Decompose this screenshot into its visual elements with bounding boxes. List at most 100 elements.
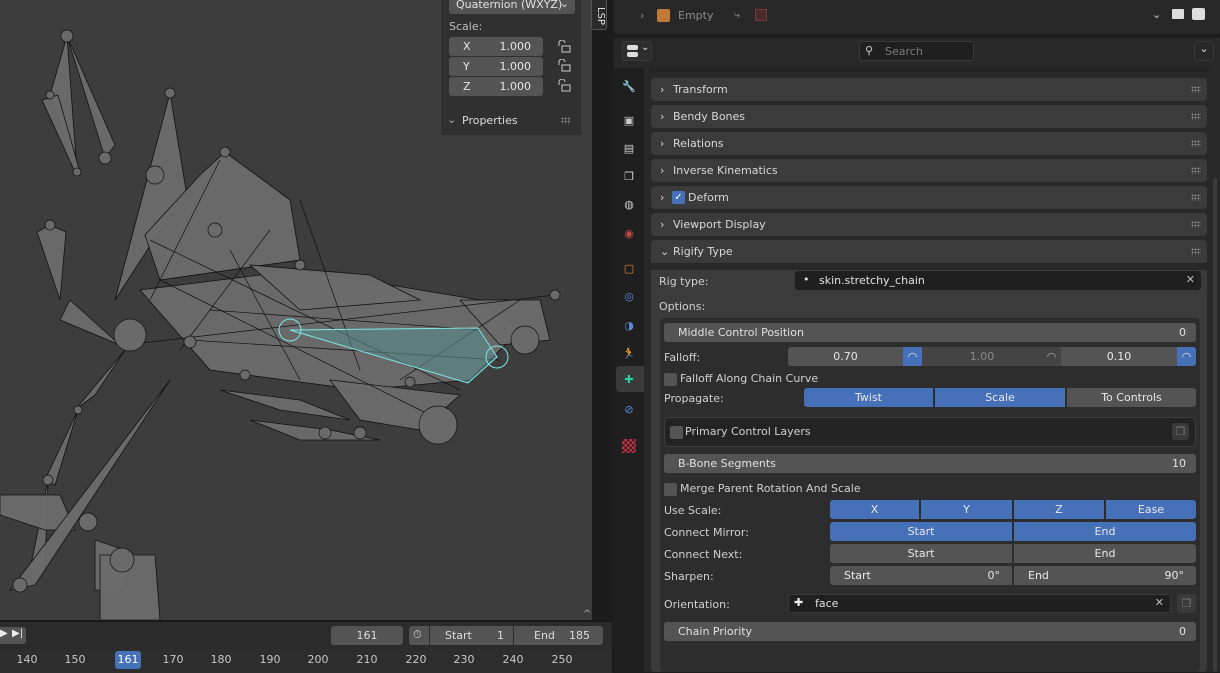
output-icon[interactable]: ▤ bbox=[619, 138, 639, 158]
chevron-right-icon[interactable]: › bbox=[640, 9, 644, 22]
camera-icon[interactable] bbox=[1192, 8, 1205, 20]
tick-label: 220 bbox=[405, 653, 427, 666]
play-icon[interactable]: ▶ bbox=[0, 628, 8, 639]
modifier-icon[interactable]: ◎ bbox=[619, 286, 639, 306]
panel-transform[interactable]: › Transform bbox=[651, 78, 1207, 101]
unlock-icon[interactable] bbox=[557, 79, 571, 93]
3d-viewport[interactable]: Quaternion (WXYZ) ⌄ Scale: X 1.000 Y 1.000… bbox=[0, 0, 592, 620]
world-icon[interactable]: ◉ bbox=[619, 223, 639, 243]
axis-label: Z bbox=[463, 80, 471, 93]
clear-icon[interactable]: ✕ bbox=[1186, 273, 1195, 286]
orientation-field[interactable]: ✚ face ✕ bbox=[788, 594, 1171, 613]
drag-grip-icon[interactable] bbox=[1191, 221, 1201, 228]
deform-checkbox[interactable]: ✓ bbox=[672, 191, 685, 204]
bone-icon[interactable]: ✚ bbox=[619, 369, 639, 389]
chevron-down-icon: ⌄ bbox=[447, 113, 457, 126]
panel-inverse-kinematics[interactable]: › Inverse Kinematics bbox=[651, 159, 1207, 182]
rotation-mode-dropdown[interactable]: Quaternion (WXYZ) ⌄ bbox=[449, 0, 575, 14]
drag-grip-icon[interactable] bbox=[561, 117, 571, 124]
bone-constraint-icon[interactable]: ⊘ bbox=[619, 399, 639, 419]
chain-priority-field[interactable]: Chain Priority 0 bbox=[664, 622, 1196, 641]
drag-grip-icon[interactable] bbox=[1191, 167, 1201, 174]
copy-icon[interactable]: ❐ bbox=[1172, 423, 1189, 440]
connect-next-end-toggle[interactable]: End bbox=[1014, 544, 1196, 563]
playhead[interactable]: 161 bbox=[115, 651, 141, 669]
scale-x-field[interactable]: X 1.000 bbox=[449, 37, 543, 56]
orientation-label: Orientation: bbox=[664, 598, 730, 611]
scale-z-field[interactable]: Z 1.000 bbox=[449, 77, 543, 96]
primary-control-layers-checkbox[interactable] bbox=[670, 426, 683, 439]
properties-scrollbar[interactable] bbox=[1213, 178, 1217, 672]
connect-next-toggles: Start End bbox=[830, 544, 1196, 563]
copy-icon[interactable]: ❐ bbox=[1177, 594, 1196, 613]
view-layer-icon[interactable]: ❐ bbox=[619, 166, 639, 186]
connect-mirror-end-toggle[interactable]: End bbox=[1014, 522, 1196, 541]
propagate-scale-toggle[interactable]: Scale bbox=[935, 388, 1066, 407]
panel-viewport-display[interactable]: › Viewport Display bbox=[651, 213, 1207, 236]
panel-bendy-bones[interactable]: › Bendy Bones bbox=[651, 105, 1207, 128]
chevron-right-icon: › bbox=[660, 191, 665, 204]
curve-toggle-icon[interactable]: ◠ bbox=[903, 347, 922, 366]
sharpen-end-field[interactable]: End 90° bbox=[1014, 566, 1196, 585]
frame-ruler[interactable]: 140 150 161 170 180 190 200 210 220 230 … bbox=[0, 649, 612, 673]
outliner-item-label[interactable]: Empty bbox=[678, 9, 713, 22]
panel-relations[interactable]: › Relations bbox=[651, 132, 1207, 155]
jump-end-icon[interactable]: ▶| bbox=[12, 628, 23, 639]
curve-toggle-icon[interactable]: ◠ bbox=[1042, 347, 1061, 366]
selectable-icon[interactable]: ⌄ bbox=[1152, 8, 1161, 21]
editor-type-button[interactable]: ⌄ bbox=[622, 41, 652, 61]
armature-data-icon[interactable]: 🏃 bbox=[619, 343, 639, 363]
chevron-up-icon[interactable]: ^ bbox=[583, 609, 591, 620]
falloff-x-field[interactable]: 0.70 bbox=[788, 347, 903, 366]
viewport-region-divider bbox=[592, 0, 612, 620]
unlock-icon[interactable] bbox=[557, 59, 571, 73]
use-scale-z-toggle[interactable]: Z bbox=[1014, 500, 1105, 519]
search-input[interactable]: ⚲ Search bbox=[859, 41, 974, 61]
clear-icon[interactable]: ✕ bbox=[1155, 596, 1164, 609]
use-scale-x-toggle[interactable]: X bbox=[830, 500, 920, 519]
stopwatch-icon[interactable]: ⏱ bbox=[413, 628, 422, 642]
end-frame-value[interactable]: 185 bbox=[569, 629, 590, 642]
connect-next-start-toggle[interactable]: Start bbox=[830, 544, 1013, 563]
drag-grip-icon[interactable] bbox=[1191, 248, 1201, 255]
sharpen-label: Sharpen: bbox=[664, 570, 714, 583]
tool-icon[interactable]: 🔧 bbox=[619, 76, 639, 96]
monitor-icon[interactable] bbox=[1172, 9, 1184, 19]
propagate-to-controls-toggle[interactable]: To Controls bbox=[1067, 388, 1196, 407]
properties-subpanel-header[interactable]: ⌄ Properties bbox=[441, 110, 581, 132]
curve-toggle-icon[interactable]: ◠ bbox=[1177, 347, 1196, 366]
merge-parent-checkbox[interactable] bbox=[664, 483, 677, 496]
use-scale-ease-toggle[interactable]: Ease bbox=[1106, 500, 1196, 519]
falloff-z-field[interactable]: 0.10 bbox=[1061, 347, 1177, 366]
options-dropdown[interactable]: ⌄ bbox=[1194, 41, 1214, 61]
connect-mirror-start-toggle[interactable]: Start bbox=[830, 522, 1013, 541]
panel-deform[interactable]: › ✓ Deform bbox=[651, 186, 1207, 209]
falloff-y-field[interactable]: 1.00 bbox=[922, 347, 1042, 366]
drag-grip-icon[interactable] bbox=[1191, 194, 1201, 201]
current-frame-field[interactable]: 161 bbox=[331, 626, 403, 645]
connect-mirror-label: Connect Mirror: bbox=[664, 526, 749, 539]
falloff-along-curve-label: Falloff Along Chain Curve bbox=[680, 372, 819, 385]
use-scale-y-toggle[interactable]: Y bbox=[921, 500, 1013, 519]
unlock-icon[interactable] bbox=[557, 40, 571, 54]
panel-rigify-type[interactable]: ⌄ Rigify Type bbox=[651, 240, 1207, 263]
middle-control-position-field[interactable]: Middle Control Position 0 bbox=[664, 323, 1196, 342]
drag-grip-icon[interactable] bbox=[1191, 86, 1201, 93]
texture-icon[interactable] bbox=[619, 436, 639, 456]
bullet-icon: • bbox=[803, 273, 810, 286]
scene-icon[interactable]: ◍ bbox=[619, 194, 639, 214]
propagate-twist-toggle[interactable]: Twist bbox=[804, 388, 934, 407]
render-icon[interactable]: ▣ bbox=[619, 110, 639, 130]
physics-icon[interactable]: ◑ bbox=[619, 315, 639, 335]
drag-grip-icon[interactable] bbox=[1191, 140, 1201, 147]
outliner-row[interactable]: › Empty ⤷ ⌄ bbox=[614, 6, 1220, 26]
drag-grip-icon[interactable] bbox=[1191, 113, 1201, 120]
sidebar-tab[interactable]: LSP bbox=[591, 0, 607, 30]
rig-type-field[interactable]: • skin.stretchy_chain ✕ bbox=[795, 271, 1201, 290]
bbone-segments-field[interactable]: B-Bone Segments 10 bbox=[664, 454, 1196, 473]
falloff-along-curve-checkbox[interactable] bbox=[664, 373, 677, 386]
object-icon[interactable]: ▢ bbox=[619, 258, 639, 278]
scale-y-field[interactable]: Y 1.000 bbox=[449, 57, 543, 76]
sharpen-start-field[interactable]: Start 0° bbox=[830, 566, 1013, 585]
start-frame-value[interactable]: 1 bbox=[497, 629, 504, 642]
